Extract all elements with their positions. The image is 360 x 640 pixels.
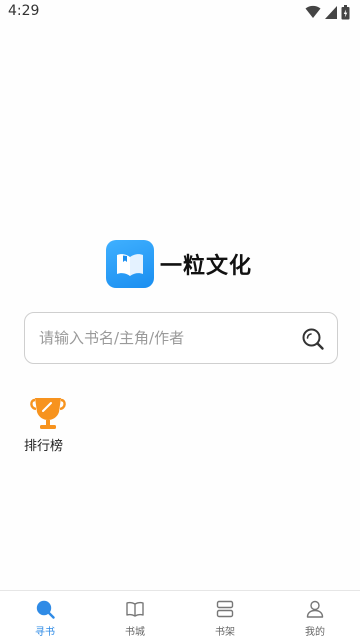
wifi-icon <box>305 5 321 18</box>
app-name: 一粒文化 <box>160 254 253 279</box>
book-open-icon <box>126 601 144 617</box>
nav-label: 我的 <box>305 627 325 638</box>
bottom-nav: 寻书 书城 书架 我的 <box>0 590 360 640</box>
status-time: 4:29 <box>8 3 40 19</box>
nav-item-bookstore[interactable]: 书城 <box>90 591 180 640</box>
bookshelf-icon <box>216 600 234 618</box>
status-bar: 4:29 <box>0 0 360 24</box>
book-logo-icon <box>106 240 154 288</box>
nav-label: 寻书 <box>35 627 55 638</box>
search-icon[interactable] <box>301 327 325 351</box>
trophy-icon <box>30 398 66 429</box>
search-box[interactable]: 请输入书名/主角/作者 <box>24 312 338 364</box>
nav-item-bookshelf[interactable]: 书架 <box>180 591 270 640</box>
search-icon <box>36 600 55 619</box>
status-icons <box>305 4 350 20</box>
search-input[interactable]: 请输入书名/主角/作者 <box>39 327 184 348</box>
ranking-label: 排行榜 <box>24 439 64 454</box>
ranking-shortcut[interactable]: 排行榜 <box>22 392 74 454</box>
battery-icon <box>341 4 350 19</box>
app-logo: 一粒文化 <box>106 240 252 288</box>
home-screen: 4:29 一粒文化 请输入书名/主角/作者 排行榜 寻书 书城 书架 我的 <box>0 0 360 640</box>
user-icon <box>306 600 324 618</box>
nav-label: 书城 <box>125 627 145 638</box>
signal-icon <box>325 5 337 19</box>
nav-label: 书架 <box>215 627 235 638</box>
nav-item-profile[interactable]: 我的 <box>270 591 360 640</box>
nav-item-search[interactable]: 寻书 <box>0 591 90 640</box>
